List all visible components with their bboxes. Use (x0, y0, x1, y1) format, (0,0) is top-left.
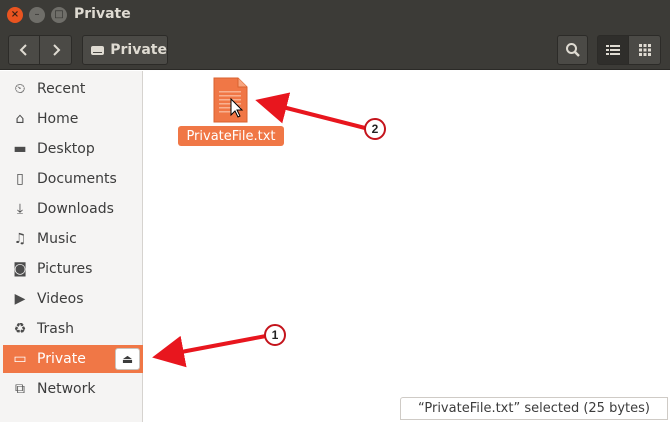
sidebar-item-documents[interactable]: ▯ Documents (3, 165, 143, 193)
toolbar: Private (0, 30, 670, 70)
chevron-right-icon (52, 44, 60, 56)
annotation-callout-1: 1 (264, 324, 286, 346)
grid-view-icon (638, 44, 651, 56)
close-window-button[interactable]: × (7, 7, 23, 23)
sidebar-item-label: Documents (37, 171, 117, 187)
eject-icon: ⏏ (121, 352, 134, 366)
back-button[interactable] (8, 35, 40, 65)
maximize-window-button[interactable]: □ (51, 7, 67, 23)
sidebar-item-music[interactable]: ♫ Music (3, 225, 143, 253)
document-icon: ▯ (16, 171, 24, 187)
sidebar-item-recent[interactable]: ⏲ Recent (3, 75, 143, 103)
sidebar-item-trash[interactable]: ♻ Trash (3, 315, 143, 343)
forward-button[interactable] (40, 35, 72, 65)
sidebar-item-label: Home (37, 111, 79, 127)
annotation-callout-2: 2 (364, 118, 386, 140)
file-view[interactable] (144, 71, 670, 422)
sidebar-item-label: Trash (37, 321, 74, 337)
network-icon: ⧉ (15, 381, 25, 397)
path-bar-label: Private (110, 42, 167, 58)
places-sidebar: ⏲ Recent ⌂ Home ▬ Desktop ▯ Documents ⤓ … (0, 71, 143, 422)
download-icon: ⤓ (16, 201, 24, 217)
sidebar-item-label: Desktop (37, 141, 95, 157)
title-bar: × – □ Private (0, 0, 670, 30)
sidebar-item-label: Music (37, 231, 77, 247)
music-icon: ♫ (13, 231, 27, 247)
sidebar-item-desktop[interactable]: ▬ Desktop (3, 135, 143, 163)
minimize-window-button[interactable]: – (29, 7, 45, 23)
sidebar-item-label: Private (37, 351, 86, 367)
list-view-icon (606, 45, 620, 55)
sidebar-item-label: Pictures (37, 261, 93, 277)
sidebar-item-label: Videos (37, 291, 84, 307)
window-title: Private (74, 6, 131, 22)
sidebar-item-pictures[interactable]: ◙ Pictures (3, 255, 143, 283)
status-bar: “PrivateFile.txt” selected (25 bytes) (400, 397, 668, 420)
grid-view-button[interactable] (629, 35, 661, 65)
sidebar-item-label: Downloads (37, 201, 114, 217)
sidebar-item-home[interactable]: ⌂ Home (3, 105, 143, 133)
folder-icon: ▬ (13, 141, 27, 157)
sidebar-item-videos[interactable]: ▶ Videos (3, 285, 143, 313)
chevron-left-icon (19, 44, 27, 56)
path-bar-button[interactable]: Private (82, 35, 168, 65)
sidebar-item-private[interactable]: ▭ Private ⏏ (3, 345, 143, 373)
file-name-label: PrivateFile.txt (178, 126, 284, 146)
sidebar-item-network[interactable]: ⧉ Network (3, 375, 143, 403)
home-icon: ⌂ (15, 111, 25, 127)
search-button[interactable] (557, 35, 588, 65)
sidebar-item-downloads[interactable]: ⤓ Downloads (3, 195, 143, 223)
text-file-icon (213, 77, 248, 123)
sidebar-item-label: Recent (37, 81, 86, 97)
camera-icon: ◙ (13, 261, 27, 277)
search-icon (565, 43, 580, 57)
eject-button[interactable]: ⏏ (115, 348, 140, 370)
video-icon: ▶ (14, 291, 26, 307)
trash-icon: ♻ (13, 321, 27, 337)
list-view-button[interactable] (597, 35, 629, 65)
clock-icon: ⏲ (14, 81, 26, 97)
sidebar-item-label: Network (37, 381, 96, 397)
drive-icon (91, 45, 105, 55)
drive-icon: ▭ (13, 351, 27, 367)
